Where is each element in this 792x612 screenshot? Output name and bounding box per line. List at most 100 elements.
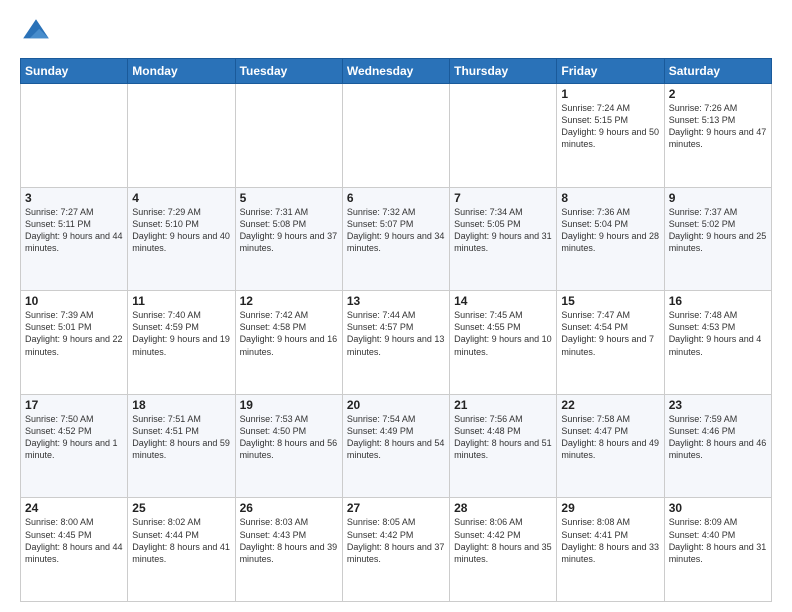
day-number: 3 xyxy=(25,191,123,205)
day-info: Sunrise: 7:34 AM Sunset: 5:05 PM Dayligh… xyxy=(454,206,552,255)
day-info: Sunrise: 7:31 AM Sunset: 5:08 PM Dayligh… xyxy=(240,206,338,255)
day-info: Sunrise: 7:32 AM Sunset: 5:07 PM Dayligh… xyxy=(347,206,445,255)
day-number: 27 xyxy=(347,501,445,515)
calendar-header-saturday: Saturday xyxy=(664,59,771,84)
day-info: Sunrise: 7:51 AM Sunset: 4:51 PM Dayligh… xyxy=(132,413,230,462)
calendar-cell xyxy=(128,84,235,188)
day-number: 24 xyxy=(25,501,123,515)
calendar-cell: 11Sunrise: 7:40 AM Sunset: 4:59 PM Dayli… xyxy=(128,291,235,395)
day-info: Sunrise: 8:06 AM Sunset: 4:42 PM Dayligh… xyxy=(454,516,552,565)
day-info: Sunrise: 7:45 AM Sunset: 4:55 PM Dayligh… xyxy=(454,309,552,358)
day-info: Sunrise: 7:58 AM Sunset: 4:47 PM Dayligh… xyxy=(561,413,659,462)
day-number: 9 xyxy=(669,191,767,205)
calendar-header-monday: Monday xyxy=(128,59,235,84)
calendar-cell: 5Sunrise: 7:31 AM Sunset: 5:08 PM Daylig… xyxy=(235,187,342,291)
day-info: Sunrise: 7:39 AM Sunset: 5:01 PM Dayligh… xyxy=(25,309,123,358)
calendar-cell: 8Sunrise: 7:36 AM Sunset: 5:04 PM Daylig… xyxy=(557,187,664,291)
calendar-cell: 22Sunrise: 7:58 AM Sunset: 4:47 PM Dayli… xyxy=(557,394,664,498)
day-number: 8 xyxy=(561,191,659,205)
calendar-cell: 27Sunrise: 8:05 AM Sunset: 4:42 PM Dayli… xyxy=(342,498,449,602)
day-number: 20 xyxy=(347,398,445,412)
day-number: 21 xyxy=(454,398,552,412)
calendar-cell: 3Sunrise: 7:27 AM Sunset: 5:11 PM Daylig… xyxy=(21,187,128,291)
calendar: SundayMondayTuesdayWednesdayThursdayFrid… xyxy=(20,58,772,602)
day-number: 30 xyxy=(669,501,767,515)
day-number: 25 xyxy=(132,501,230,515)
day-info: Sunrise: 7:56 AM Sunset: 4:48 PM Dayligh… xyxy=(454,413,552,462)
calendar-cell: 16Sunrise: 7:48 AM Sunset: 4:53 PM Dayli… xyxy=(664,291,771,395)
calendar-header-wednesday: Wednesday xyxy=(342,59,449,84)
day-info: Sunrise: 7:47 AM Sunset: 4:54 PM Dayligh… xyxy=(561,309,659,358)
day-info: Sunrise: 7:44 AM Sunset: 4:57 PM Dayligh… xyxy=(347,309,445,358)
calendar-header-friday: Friday xyxy=(557,59,664,84)
day-number: 4 xyxy=(132,191,230,205)
calendar-cell: 13Sunrise: 7:44 AM Sunset: 4:57 PM Dayli… xyxy=(342,291,449,395)
day-info: Sunrise: 8:02 AM Sunset: 4:44 PM Dayligh… xyxy=(132,516,230,565)
calendar-cell: 24Sunrise: 8:00 AM Sunset: 4:45 PM Dayli… xyxy=(21,498,128,602)
page: SundayMondayTuesdayWednesdayThursdayFrid… xyxy=(0,0,792,612)
day-number: 18 xyxy=(132,398,230,412)
day-number: 23 xyxy=(669,398,767,412)
day-info: Sunrise: 7:54 AM Sunset: 4:49 PM Dayligh… xyxy=(347,413,445,462)
calendar-cell: 7Sunrise: 7:34 AM Sunset: 5:05 PM Daylig… xyxy=(450,187,557,291)
calendar-cell: 10Sunrise: 7:39 AM Sunset: 5:01 PM Dayli… xyxy=(21,291,128,395)
calendar-cell: 21Sunrise: 7:56 AM Sunset: 4:48 PM Dayli… xyxy=(450,394,557,498)
day-info: Sunrise: 8:03 AM Sunset: 4:43 PM Dayligh… xyxy=(240,516,338,565)
day-number: 28 xyxy=(454,501,552,515)
calendar-week-3: 10Sunrise: 7:39 AM Sunset: 5:01 PM Dayli… xyxy=(21,291,772,395)
calendar-week-1: 1Sunrise: 7:24 AM Sunset: 5:15 PM Daylig… xyxy=(21,84,772,188)
day-info: Sunrise: 8:00 AM Sunset: 4:45 PM Dayligh… xyxy=(25,516,123,565)
day-number: 6 xyxy=(347,191,445,205)
day-number: 14 xyxy=(454,294,552,308)
calendar-cell: 17Sunrise: 7:50 AM Sunset: 4:52 PM Dayli… xyxy=(21,394,128,498)
calendar-cell: 1Sunrise: 7:24 AM Sunset: 5:15 PM Daylig… xyxy=(557,84,664,188)
day-number: 5 xyxy=(240,191,338,205)
day-info: Sunrise: 7:40 AM Sunset: 4:59 PM Dayligh… xyxy=(132,309,230,358)
calendar-cell: 18Sunrise: 7:51 AM Sunset: 4:51 PM Dayli… xyxy=(128,394,235,498)
logo-icon xyxy=(20,16,52,48)
header xyxy=(20,16,772,48)
day-info: Sunrise: 7:36 AM Sunset: 5:04 PM Dayligh… xyxy=(561,206,659,255)
calendar-header-sunday: Sunday xyxy=(21,59,128,84)
calendar-cell: 19Sunrise: 7:53 AM Sunset: 4:50 PM Dayli… xyxy=(235,394,342,498)
calendar-cell: 25Sunrise: 8:02 AM Sunset: 4:44 PM Dayli… xyxy=(128,498,235,602)
day-number: 22 xyxy=(561,398,659,412)
day-number: 26 xyxy=(240,501,338,515)
day-info: Sunrise: 8:08 AM Sunset: 4:41 PM Dayligh… xyxy=(561,516,659,565)
day-info: Sunrise: 7:37 AM Sunset: 5:02 PM Dayligh… xyxy=(669,206,767,255)
calendar-cell: 9Sunrise: 7:37 AM Sunset: 5:02 PM Daylig… xyxy=(664,187,771,291)
day-number: 12 xyxy=(240,294,338,308)
calendar-cell xyxy=(235,84,342,188)
calendar-header-row: SundayMondayTuesdayWednesdayThursdayFrid… xyxy=(21,59,772,84)
calendar-cell xyxy=(21,84,128,188)
day-info: Sunrise: 8:09 AM Sunset: 4:40 PM Dayligh… xyxy=(669,516,767,565)
day-number: 2 xyxy=(669,87,767,101)
day-number: 1 xyxy=(561,87,659,101)
day-info: Sunrise: 7:27 AM Sunset: 5:11 PM Dayligh… xyxy=(25,206,123,255)
calendar-cell: 20Sunrise: 7:54 AM Sunset: 4:49 PM Dayli… xyxy=(342,394,449,498)
day-number: 10 xyxy=(25,294,123,308)
calendar-week-5: 24Sunrise: 8:00 AM Sunset: 4:45 PM Dayli… xyxy=(21,498,772,602)
calendar-week-4: 17Sunrise: 7:50 AM Sunset: 4:52 PM Dayli… xyxy=(21,394,772,498)
day-info: Sunrise: 7:53 AM Sunset: 4:50 PM Dayligh… xyxy=(240,413,338,462)
calendar-cell xyxy=(342,84,449,188)
calendar-cell: 2Sunrise: 7:26 AM Sunset: 5:13 PM Daylig… xyxy=(664,84,771,188)
calendar-cell: 30Sunrise: 8:09 AM Sunset: 4:40 PM Dayli… xyxy=(664,498,771,602)
day-info: Sunrise: 7:48 AM Sunset: 4:53 PM Dayligh… xyxy=(669,309,767,358)
calendar-cell: 28Sunrise: 8:06 AM Sunset: 4:42 PM Dayli… xyxy=(450,498,557,602)
day-info: Sunrise: 8:05 AM Sunset: 4:42 PM Dayligh… xyxy=(347,516,445,565)
calendar-cell: 12Sunrise: 7:42 AM Sunset: 4:58 PM Dayli… xyxy=(235,291,342,395)
day-info: Sunrise: 7:59 AM Sunset: 4:46 PM Dayligh… xyxy=(669,413,767,462)
logo xyxy=(20,16,56,48)
calendar-cell xyxy=(450,84,557,188)
calendar-cell: 4Sunrise: 7:29 AM Sunset: 5:10 PM Daylig… xyxy=(128,187,235,291)
day-number: 19 xyxy=(240,398,338,412)
day-info: Sunrise: 7:50 AM Sunset: 4:52 PM Dayligh… xyxy=(25,413,123,462)
day-number: 11 xyxy=(132,294,230,308)
calendar-header-tuesday: Tuesday xyxy=(235,59,342,84)
day-number: 13 xyxy=(347,294,445,308)
day-info: Sunrise: 7:24 AM Sunset: 5:15 PM Dayligh… xyxy=(561,102,659,151)
calendar-header-thursday: Thursday xyxy=(450,59,557,84)
day-number: 29 xyxy=(561,501,659,515)
day-number: 7 xyxy=(454,191,552,205)
